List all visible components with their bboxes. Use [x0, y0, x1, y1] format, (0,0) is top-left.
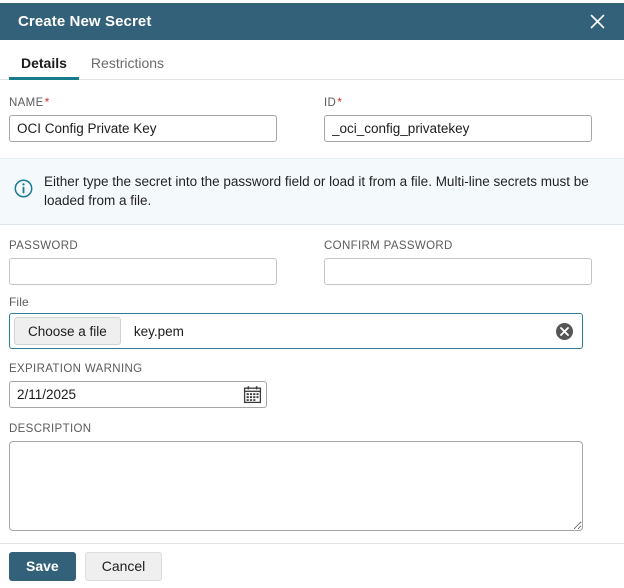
- expiration-warning-group: EXPIRATION WARNING 2/11/2025: [0, 363, 624, 409]
- dialog-body: NAME* ID* Either type the secret into: [0, 80, 624, 543]
- id-input[interactable]: [324, 114, 592, 142]
- password-row: PASSWORD CONFIRM PASSWORD: [0, 240, 624, 285]
- dialog-title-bar: Create New Secret: [0, 3, 624, 40]
- save-button[interactable]: Save: [9, 551, 76, 581]
- tab-details[interactable]: Details: [9, 55, 79, 80]
- tab-restrictions[interactable]: Restrictions: [79, 56, 176, 79]
- expiration-warning-input[interactable]: 2/11/2025: [9, 381, 267, 409]
- clear-circle-icon[interactable]: [556, 322, 573, 340]
- confirm-password-input[interactable]: [324, 257, 592, 285]
- name-label: NAME*: [9, 95, 277, 111]
- name-label-text: NAME: [9, 97, 44, 109]
- password-input[interactable]: [9, 257, 277, 285]
- file-input-box[interactable]: Choose a file key.pem: [9, 313, 583, 350]
- expiration-warning-label: EXPIRATION WARNING: [9, 363, 143, 376]
- description-field-group: DESCRIPTION: [0, 423, 624, 536]
- info-banner-text: Either type the secret into the password…: [44, 173, 589, 208]
- name-required-marker: *: [44, 95, 50, 109]
- choose-a-file-button[interactable]: Choose a file: [14, 317, 121, 346]
- file-field-group: File Choose a file key.pem: [0, 294, 624, 350]
- create-new-secret-dialog: Create New Secret Details Restrictions N…: [0, 0, 624, 588]
- dialog-title: Create New Secret: [18, 13, 152, 30]
- description-label: DESCRIPTION: [9, 423, 92, 436]
- close-icon[interactable]: [584, 9, 610, 35]
- confirm-password-field-group: CONFIRM PASSWORD: [324, 240, 592, 285]
- tab-details-label: Details: [21, 55, 67, 71]
- id-label-text: ID: [324, 97, 337, 109]
- id-required-marker: *: [337, 95, 343, 109]
- selected-file-name: key.pem: [133, 323, 184, 339]
- expiration-warning-value: 2/11/2025: [17, 387, 77, 403]
- info-circle-icon: [14, 179, 33, 203]
- description-textarea[interactable]: [9, 440, 583, 531]
- calendar-icon[interactable]: [243, 385, 262, 404]
- name-id-row: NAME* ID*: [0, 80, 624, 142]
- id-field-group: ID*: [324, 95, 592, 142]
- dialog-footer: Save Cancel: [0, 543, 624, 588]
- id-label: ID*: [324, 95, 592, 111]
- name-field-group: NAME*: [9, 95, 277, 142]
- tab-restrictions-label: Restrictions: [90, 55, 165, 71]
- file-label: File: [9, 294, 29, 309]
- confirm-password-label: CONFIRM PASSWORD: [324, 240, 453, 253]
- name-input[interactable]: [9, 114, 277, 142]
- cancel-button[interactable]: Cancel: [84, 551, 163, 581]
- password-label: PASSWORD: [9, 240, 79, 253]
- password-field-group: PASSWORD: [9, 240, 277, 285]
- info-banner: Either type the secret into the password…: [0, 157, 624, 226]
- dialog-tabs: Details Restrictions: [0, 40, 624, 80]
